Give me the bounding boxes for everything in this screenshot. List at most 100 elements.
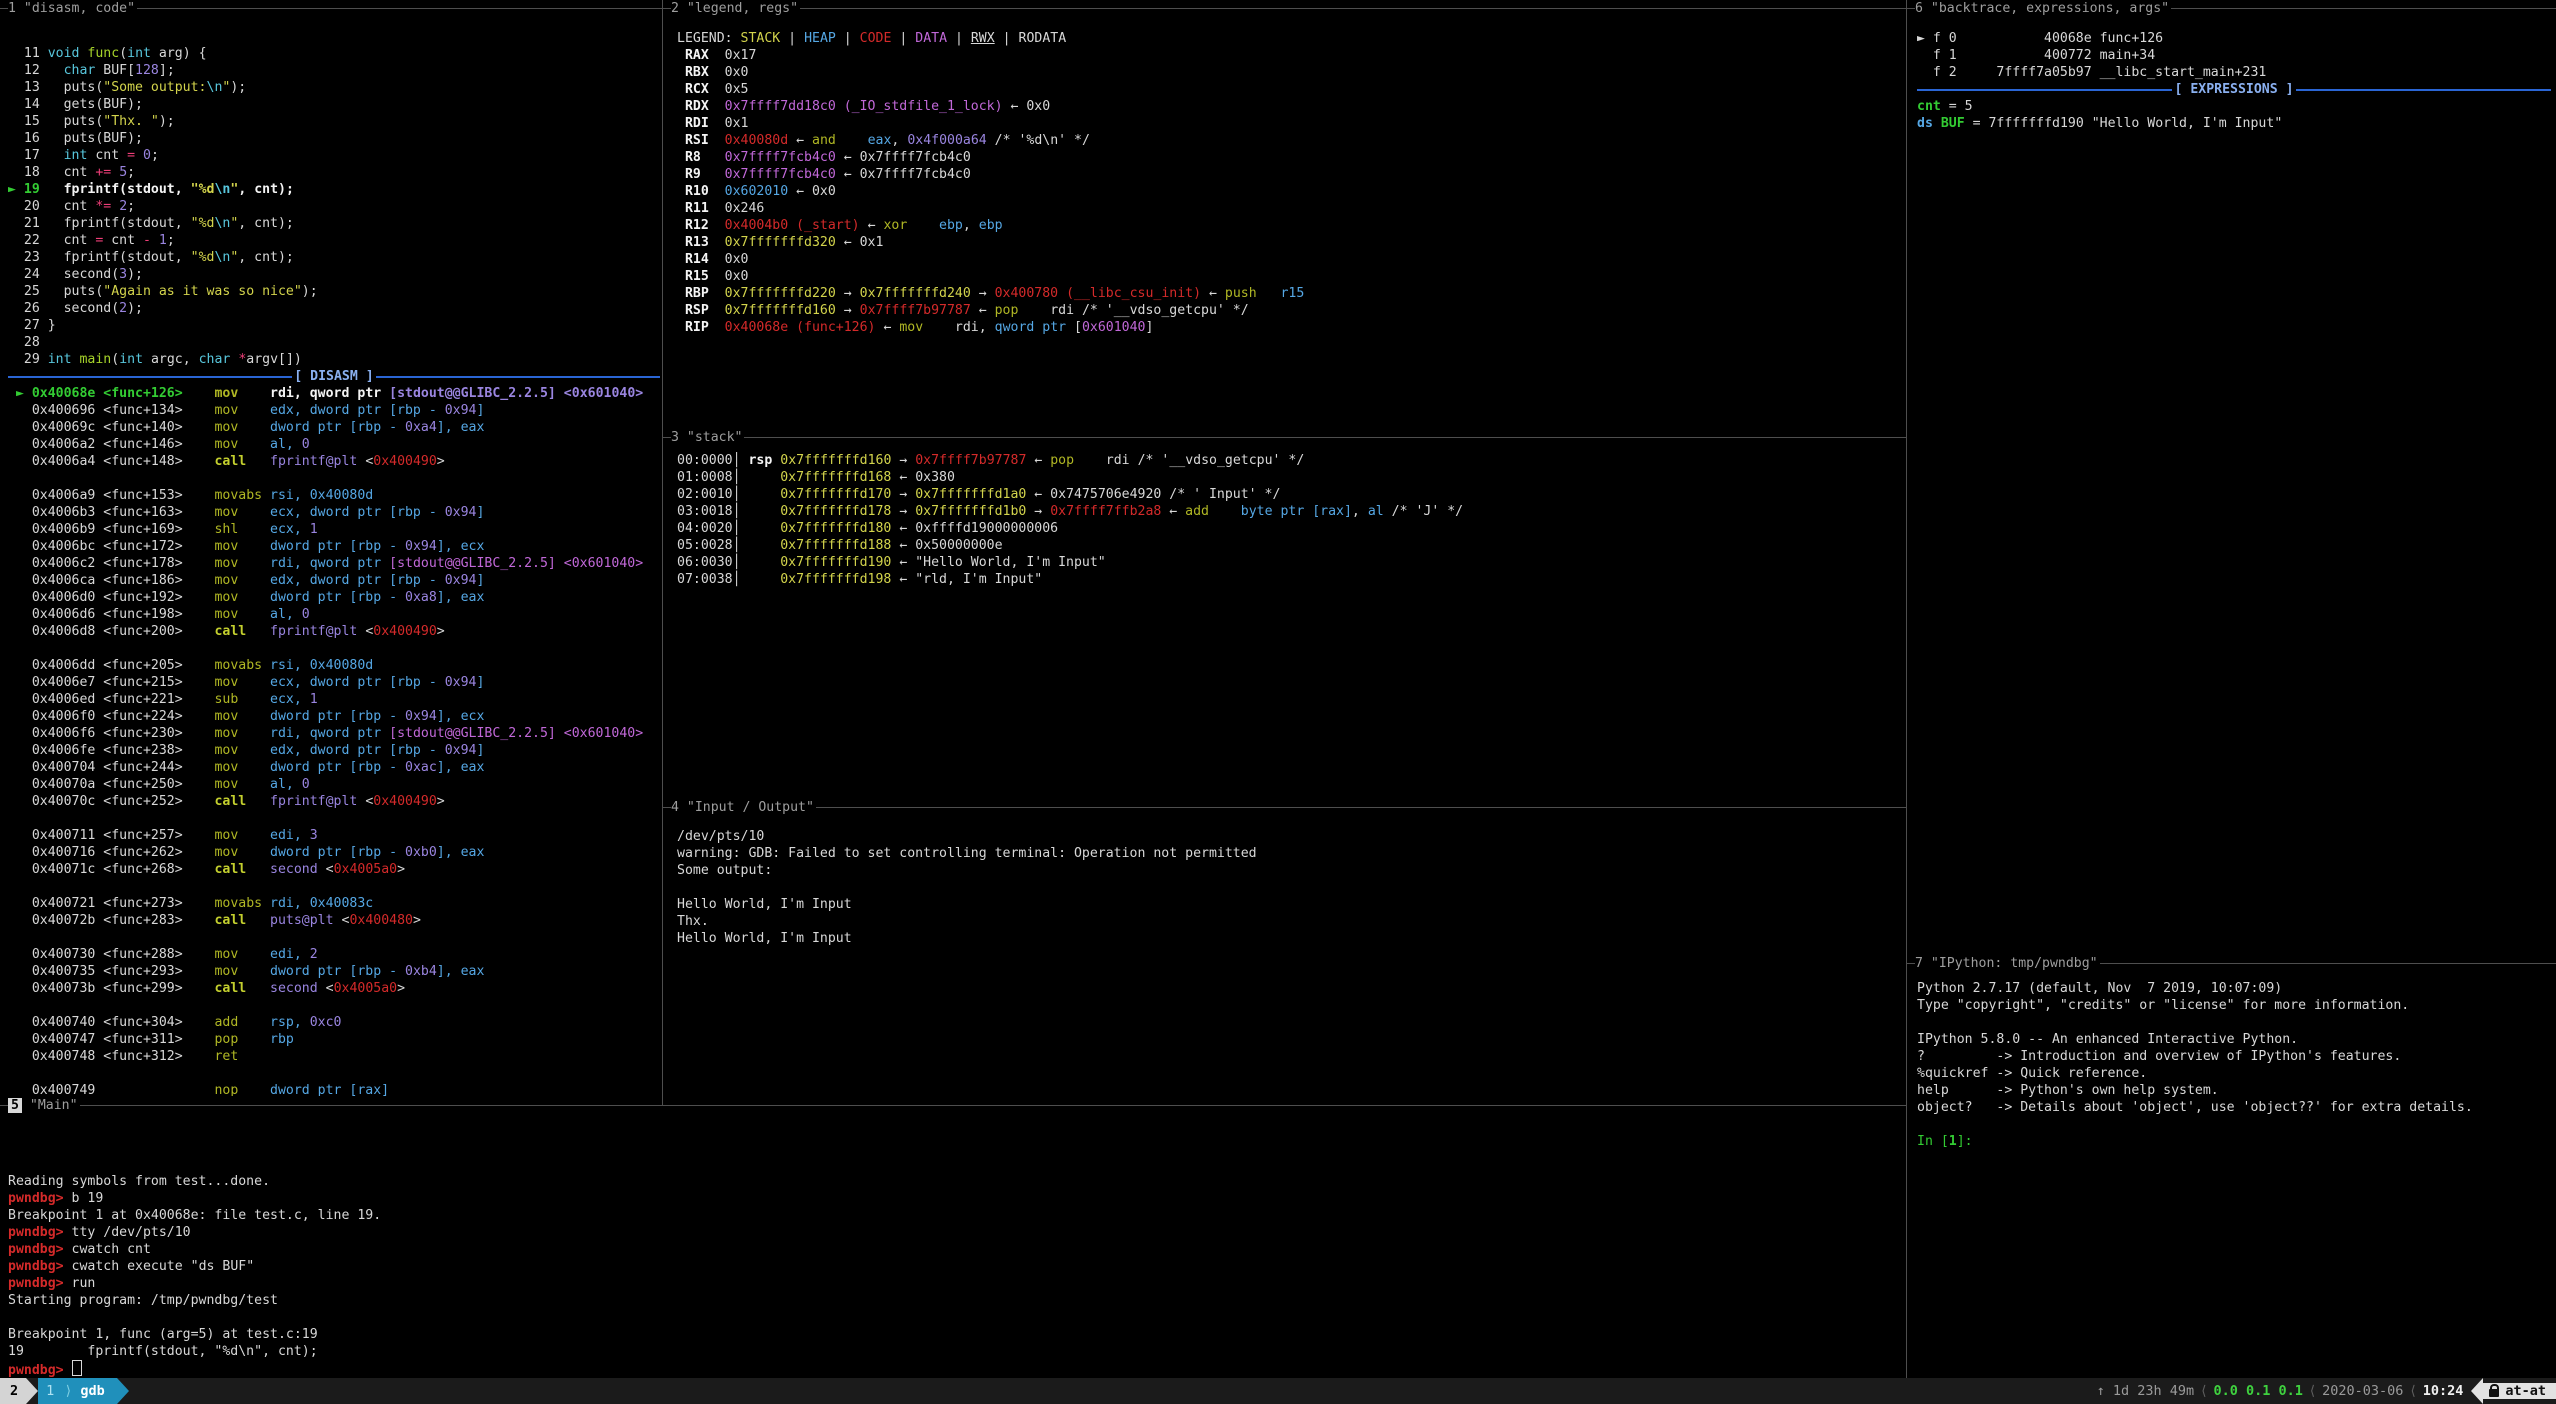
- terminal-line: 24 second(3);: [8, 266, 660, 283]
- vertical-divider-left[interactable]: [662, 0, 663, 1106]
- terminal-line: 0x4006d0 <func+192> mov dword ptr [rbp -…: [8, 589, 660, 606]
- text-segment: main: [79, 352, 111, 367]
- text-segment: 0: [302, 437, 310, 452]
- terminal-line: 26 second(2);: [8, 300, 660, 317]
- text-segment: 0x1: [725, 116, 749, 131]
- text-segment: rdi, qword ptr: [238, 726, 389, 741]
- terminal-line: R12 0x4004b0 (_start) ← xor ebp, ebp: [677, 217, 1904, 234]
- text-segment: 0x94: [445, 675, 477, 690]
- pane-stack[interactable]: 00:0000│ rsp 0x7fffffffd160 → 0x7ffff7b9…: [677, 452, 1904, 797]
- text-segment: 0x7fffffffd168: [780, 470, 891, 485]
- text-segment: [246, 624, 270, 639]
- text-segment: |: [891, 31, 915, 46]
- terminal-line: 0x400747 <func+311> pop rbp: [8, 1031, 660, 1048]
- text-segment: 0x4006b3 <func+163>: [8, 505, 214, 520]
- text-segment: ←: [1201, 286, 1225, 301]
- text-segment: ;: [167, 233, 175, 248]
- window-index-badge[interactable]: 2: [0, 1378, 26, 1404]
- text-segment: 0xc0: [310, 1015, 342, 1030]
- terminal-line: 14 gets(BUF);: [8, 96, 660, 113]
- pane-name: "IPython: tmp/pwndbg": [1923, 956, 2098, 971]
- text-segment: b 19: [72, 1191, 104, 1206]
- text-segment: r15: [1280, 286, 1304, 301]
- text-segment: "Some output:: [103, 80, 206, 95]
- terminal-line: Breakpoint 1 at 0x40068e: file test.c, l…: [8, 1207, 1898, 1224]
- text-segment: 0x4006a2 <func+146>: [8, 437, 214, 452]
- text-segment: |: [780, 31, 804, 46]
- text-segment: 0x94: [445, 403, 477, 418]
- text-segment: al,: [238, 437, 302, 452]
- text-segment: ← 0x0: [788, 184, 836, 199]
- pane-registers[interactable]: LEGEND: STACK | HEAP | CODE | DATA | RWX…: [677, 30, 1904, 428]
- text-segment: [836, 133, 868, 148]
- text-segment: ], ecx: [437, 539, 485, 554]
- terminal-line: [8, 997, 660, 1014]
- pane-title-disasm-code: 1 "disasm, code": [0, 0, 662, 17]
- text-segment: 0x7ffff7ffb2a8: [1050, 504, 1161, 519]
- terminal-line: 13 puts("Some output:\n");: [8, 79, 660, 96]
- pane-title-input-output: 4 "Input / Output": [663, 799, 1906, 816]
- text-segment: al,: [238, 777, 302, 792]
- terminal-line: 02:0010│ 0x7fffffffd170 → 0x7fffffffd1a0…: [677, 486, 1904, 503]
- text-segment: 0x0: [725, 269, 749, 284]
- text-segment: 21 fprintf(stdout,: [8, 216, 191, 231]
- padlock-icon: [2489, 1389, 2499, 1397]
- text-segment: mov: [214, 675, 238, 690]
- text-segment: ecx, dword ptr [rbp -: [238, 675, 444, 690]
- terminal-line: IPython 5.8.0 -- An enhanced Interactive…: [1917, 1031, 2551, 1048]
- text-segment: →: [891, 487, 915, 502]
- text-segment: |: [995, 31, 1019, 46]
- chevron-left-icon: ⟨: [2403, 1383, 2422, 1399]
- pane-backtrace[interactable]: ► f 0 40068e func+126 f 1 400772 main+34…: [1917, 30, 2551, 953]
- pane-gdb-console[interactable]: Reading symbols from test...done.pwndbg>…: [8, 1122, 1898, 1378]
- text-segment: ]: [476, 675, 484, 690]
- terminal-line: 0x400735 <func+293> mov dword ptr [rbp -…: [8, 963, 660, 980]
- terminal-line: R14 0x0: [677, 251, 1904, 268]
- text-segment: 18 cnt: [8, 165, 95, 180]
- text-segment: mov: [899, 320, 923, 335]
- text-segment: pwndbg>: [8, 1259, 72, 1274]
- session-tab-gdb[interactable]: 1 ⟩ gdb: [38, 1378, 117, 1404]
- terminal-line: [1917, 1014, 2551, 1031]
- pane-number: 7: [1915, 956, 1923, 971]
- pane-name: "disasm, code": [16, 1, 135, 16]
- text-segment: R14: [677, 252, 725, 267]
- text-segment: al: [1368, 504, 1384, 519]
- terminal-line: 28: [8, 334, 660, 351]
- text-segment: mov: [214, 947, 238, 962]
- text-segment: char: [199, 352, 231, 367]
- terminal-line: 0x4006ca <func+186> mov edx, dword ptr […: [8, 572, 660, 589]
- text-segment: [151, 233, 159, 248]
- terminal-line: 20 cnt *= 2;: [8, 198, 660, 215]
- terminal-line: 12 char BUF[128];: [8, 62, 660, 79]
- pane-number: 6: [1915, 1, 1923, 16]
- text-segment: 1: [159, 233, 167, 248]
- text-segment: 0x40073b <func+299>: [8, 981, 214, 996]
- pane-source-disasm[interactable]: 11 void func(int arg) { 12 char BUF[128]…: [8, 28, 660, 1096]
- text-segment: ;: [127, 165, 135, 180]
- text-segment: byte ptr [rax]: [1241, 504, 1352, 519]
- terminal-line: 0x400730 <func+288> mov edi, 2: [8, 946, 660, 963]
- text-segment: ← 0xffffd19000000006: [891, 521, 1058, 536]
- text-segment: mov: [214, 539, 238, 554]
- terminal-line: 0x40070a <func+250> mov al, 0: [8, 776, 660, 793]
- text-segment: 1: [1949, 1134, 1957, 1149]
- vertical-divider-right[interactable]: [1906, 0, 1907, 1378]
- text-segment: 0x4006b9 <func+169>: [8, 522, 214, 537]
- terminal-line: 07:0038│ 0x7fffffffd198 ← "rld, I'm Inpu…: [677, 571, 1904, 588]
- text-segment: RSP: [677, 303, 725, 318]
- terminal-line: f 1 400772 main+34: [1917, 47, 2551, 64]
- text-segment: 0xb0: [405, 845, 437, 860]
- pane-ipython[interactable]: Python 2.7.17 (default, Nov 7 2019, 10:0…: [1917, 980, 2551, 1376]
- session-index: 1: [40, 1383, 60, 1399]
- text-segment: 11: [8, 46, 48, 61]
- terminal-line: 0x400721 <func+273> movabs rdi, 0x40083c: [8, 895, 660, 912]
- text-segment: 24 second(: [8, 267, 119, 282]
- terminal-line: [8, 470, 660, 487]
- text-segment: mov: [214, 420, 238, 435]
- terminal-line: [8, 1122, 1898, 1139]
- text-segment: ], eax: [437, 590, 485, 605]
- pane-io[interactable]: /dev/pts/10warning: GDB: Failed to set c…: [677, 828, 1904, 1095]
- text-segment: rsp,: [238, 1015, 309, 1030]
- section-header: [ EXPRESSIONS ]: [1917, 81, 2551, 98]
